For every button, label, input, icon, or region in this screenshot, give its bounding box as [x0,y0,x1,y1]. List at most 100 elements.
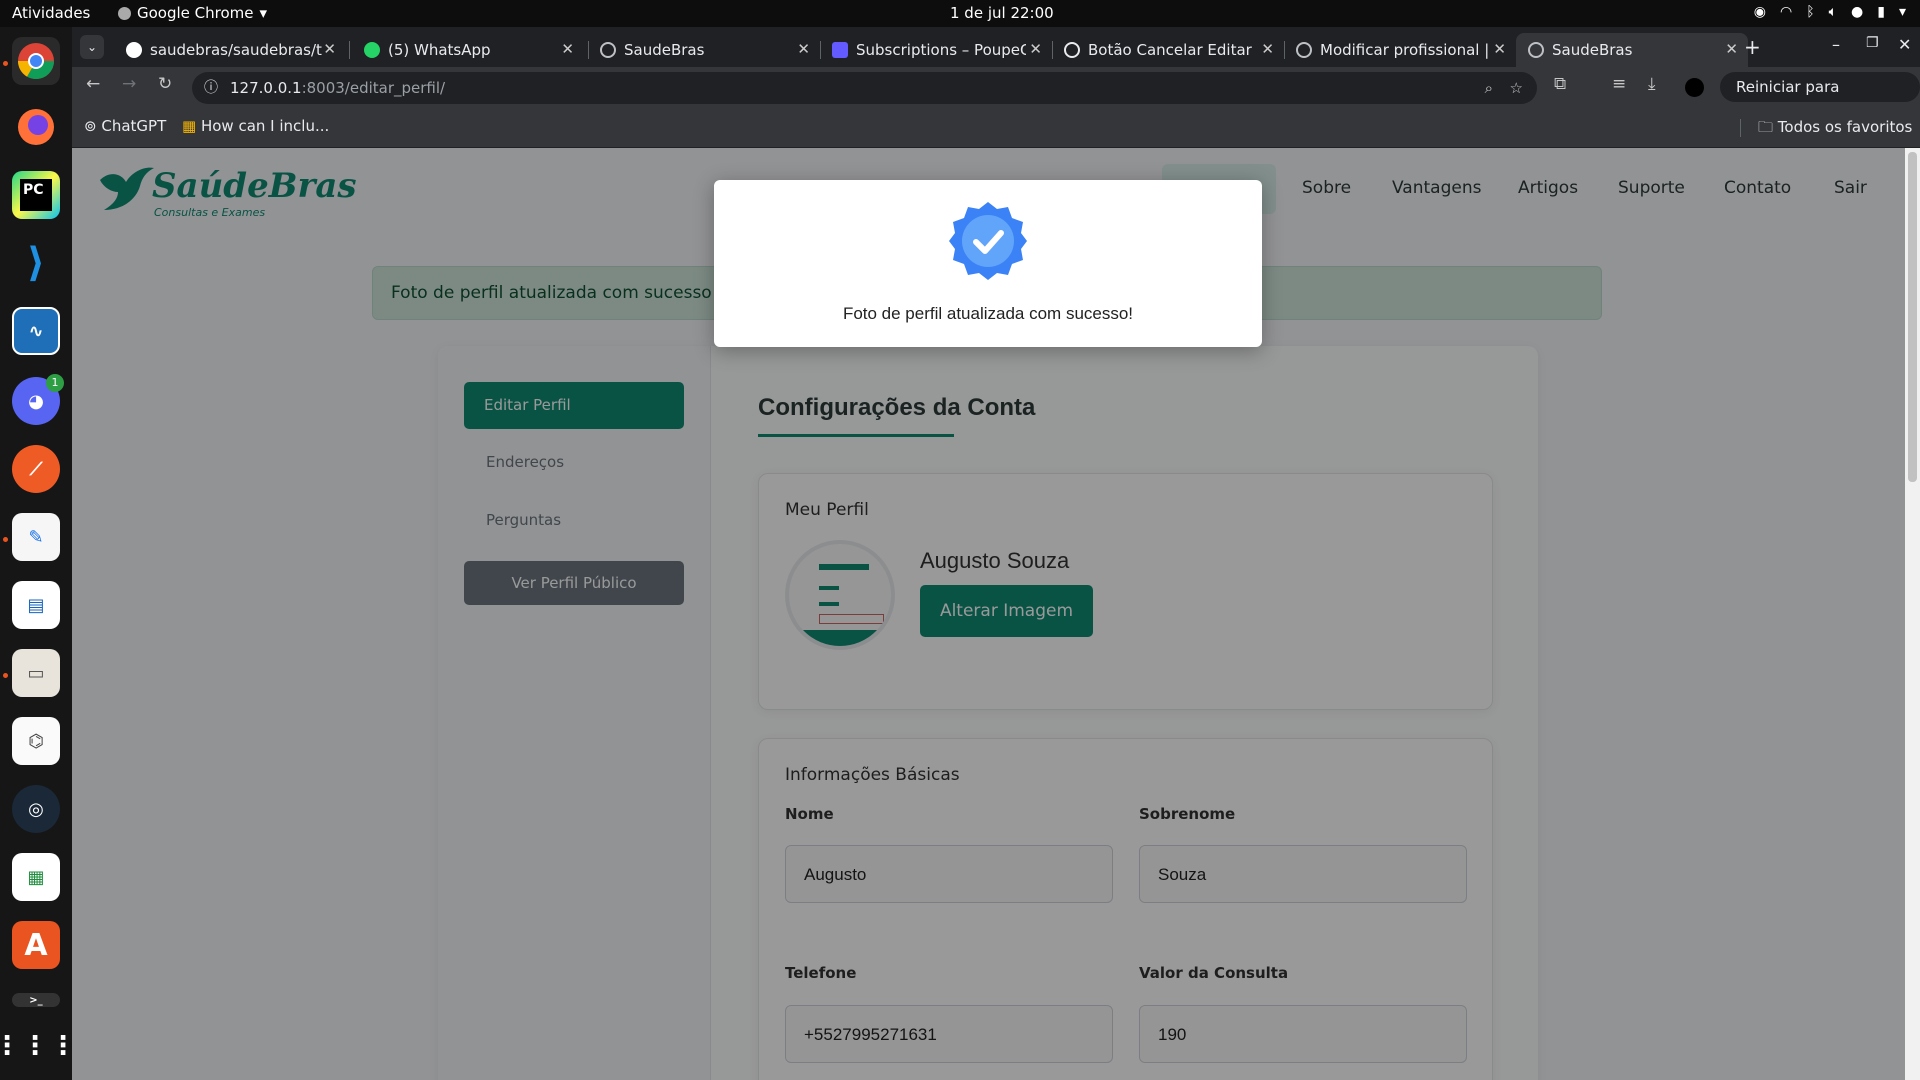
new-tab-button[interactable]: + [1744,35,1761,59]
downloads-icon[interactable]: ⤓ [1648,74,1656,94]
tab-github[interactable]: saudebras/saudebras/t ✕ [114,33,346,67]
url-host: 127.0.0.1 [230,79,302,97]
bookmark-label: ChatGPT [101,117,167,135]
app-center-icon[interactable]: A [12,921,60,969]
close-tab-icon[interactable]: ✕ [1493,40,1506,58]
whatsapp-icon [364,42,380,58]
reload-icon[interactable]: ↻ [158,74,172,94]
show-apps-icon[interactable]: ⋮⋮⋮ [0,1022,76,1070]
back-icon[interactable]: ← [86,74,100,94]
bookmark-chatgpt[interactable]: ⊚ ChatGPT [84,117,166,135]
libreoffice-writer-icon[interactable]: ▤ [12,581,60,629]
update-button[interactable]: Reiniciar para atualizar ⋮ [1720,72,1920,126]
bluetooth-icon: ᛒ [1806,4,1815,20]
address-bar[interactable]: ⓘ 127.0.0.1:8003/editar_perfil/ ⌕ ☆ [192,72,1537,104]
close-tab-icon[interactable]: ✕ [1029,40,1042,58]
close-tab-icon[interactable]: ✕ [797,40,810,58]
tab-search-icon[interactable]: ⌄ [80,35,104,59]
bookmark-star-icon[interactable]: ☆ [1510,72,1523,104]
success-modal: Foto de perfil atualizada com sucesso! [714,180,1262,347]
tab-subscriptions[interactable]: Subscriptions – PoupeC ✕ [820,33,1052,67]
power-menu-icon: ▾ [1898,4,1906,20]
clock[interactable]: 1 de jul 22:00 [950,4,1054,22]
colorful-grid-icon: ▦ [182,117,197,135]
tab-saudebras-active[interactable]: SaudeBras ✕ [1516,33,1748,67]
tab-separator [349,41,350,59]
chatgpt-icon [1064,42,1080,58]
chrome-small-icon [118,6,131,20]
bookmark-label: How can I inclu... [200,117,330,135]
bookmarks-bar: ⊚ ChatGPT ▦ How can I inclu... 🗀︎ Todos … [72,107,1920,148]
modal-message: Foto de perfil atualizada com sucesso! [842,304,1134,323]
pycharm-icon[interactable]: PC [12,171,60,219]
all-bookmarks-label: Todos os favoritos [1777,118,1913,136]
tab-whatsapp[interactable]: (5) WhatsApp ✕ [352,33,584,67]
globe-icon [1528,42,1544,58]
verified-check-icon [949,202,1027,280]
toolbar: ← → ↻ ⓘ 127.0.0.1:8003/editar_perfil/ ⌕ … [72,67,1920,126]
tab-title: (5) WhatsApp [388,41,491,59]
stripe-icon [832,42,848,58]
tab-saudebras-1[interactable]: SaudeBras ✕ [588,33,820,67]
files-icon[interactable]: ▭ [12,649,60,697]
folder-icon: 🗀︎ [1758,118,1774,136]
forward-icon[interactable]: → [122,74,136,94]
document-viewer-icon[interactable]: ⌬ [12,717,60,765]
chatgpt-icon: ⊚ [84,117,97,135]
vscode-icon[interactable]: ⟩ [12,239,60,287]
running-indicator [3,537,8,542]
bookmark-separator [1740,119,1741,137]
close-tab-icon[interactable]: ✕ [1725,40,1738,58]
app-menu[interactable]: Google Chrome ▾ [118,4,267,22]
maximize-button[interactable]: ❐ [1866,35,1879,51]
zoom-icon[interactable]: ⌕ [1485,72,1493,104]
postman-icon[interactable]: ⟋ [12,445,60,493]
caret-down-icon: ▾ [259,4,268,22]
bookmark-how-can-i[interactable]: ▦ How can I inclu... [182,117,329,135]
discord-tray-icon: ◉ [1753,4,1766,20]
tab-title: saudebras/saudebras/t [150,41,322,59]
tab-chatgpt[interactable]: Botão Cancelar Editar P ✕ [1052,33,1284,67]
extensions-icon[interactable]: ⧉ [1554,74,1566,94]
scrollbar-thumb[interactable] [1908,152,1917,482]
tab-title: Subscriptions – PoupeC [856,41,1026,59]
site-info-icon[interactable]: ⓘ [204,72,218,104]
running-indicator [3,673,8,678]
activities-button[interactable]: Atividades [12,4,90,22]
tab-title: SaudeBras [1552,41,1633,59]
minimize-button[interactable]: – [1832,35,1840,54]
wifi-icon: ◠ [1780,4,1793,20]
close-tab-icon[interactable]: ✕ [561,40,574,58]
page-scrollbar[interactable] [1905,148,1920,1080]
profile-avatar[interactable] [1685,78,1704,97]
system-tray[interactable]: ◉ ◠ ᛒ 🔈︎ ● ▮ ▾ [1754,4,1906,20]
text-editor-icon[interactable]: ✎ [12,513,60,561]
firefox-icon[interactable] [12,103,60,151]
close-tab-icon[interactable]: ✕ [1261,40,1274,58]
tab-strip: ⌄ saudebras/saudebras/t ✕ (5) WhatsApp ✕… [72,27,1920,67]
chrome-icon[interactable] [12,37,60,85]
steam-icon[interactable]: ◎ [12,785,60,833]
github-icon [126,42,142,58]
volume-icon: 🔈︎ [1828,4,1838,20]
app-name: Google Chrome [137,4,254,22]
tab-title: Botão Cancelar Editar P [1088,41,1258,59]
tab-title: Modificar profissional | [1320,41,1490,59]
discord-badge: 1 [46,374,64,392]
system-monitor-icon[interactable]: ∿ [12,307,60,355]
close-tab-icon[interactable]: ✕ [323,40,336,58]
libreoffice-calc-icon[interactable]: ▦ [12,853,60,901]
running-indicator [3,61,8,66]
mic-icon: ● [1851,4,1864,20]
tab-title: SaudeBras [624,41,705,59]
globe-icon [600,42,616,58]
tab-modificar[interactable]: Modificar profissional | ✕ [1284,33,1516,67]
os-top-bar: Atividades Google Chrome ▾ 1 de jul 22:0… [0,0,1920,27]
terminal-icon[interactable]: >_ [12,993,60,1007]
dock: PC ⟩ ∿ ◕ 1 ⟋ ✎ ▤ ▭ ⌬ ◎ ▦ A >_ ⋮⋮⋮ [0,27,76,1080]
globe-icon [1296,42,1312,58]
all-bookmarks[interactable]: 🗀︎ Todos os favoritos [1758,117,1912,142]
close-window-button[interactable]: ✕ [1898,35,1911,54]
media-controls-icon[interactable]: ≡ [1612,74,1626,94]
url-path: :8003/editar_perfil/ [301,79,446,97]
